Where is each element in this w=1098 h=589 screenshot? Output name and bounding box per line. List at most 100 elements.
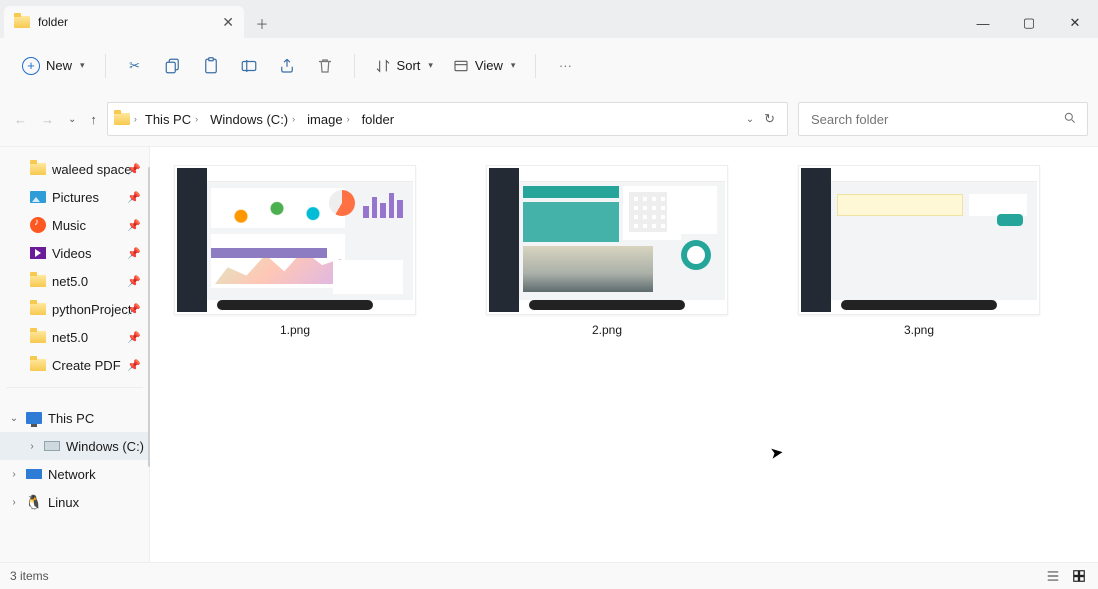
breadcrumb-item[interactable]: This PC› bbox=[141, 110, 202, 129]
tree-item[interactable]: › Network bbox=[0, 460, 149, 488]
tree-item[interactable]: ⌄This PC bbox=[0, 404, 149, 432]
share-icon bbox=[278, 57, 296, 75]
close-tab-icon[interactable]: ✕ bbox=[222, 14, 234, 31]
navigation-pane: waleed space📌Pictures📌Music📌Videos📌net5.… bbox=[0, 147, 150, 562]
separator bbox=[354, 54, 355, 78]
pin-icon: 📌 bbox=[127, 331, 141, 344]
expand-toggle[interactable]: ⌄ bbox=[8, 413, 20, 424]
rename-button[interactable] bbox=[232, 49, 266, 83]
expand-toggle[interactable]: › bbox=[8, 497, 20, 508]
breadcrumb-item[interactable]: image› bbox=[303, 110, 353, 129]
sidebar-item[interactable]: net5.0 📌 bbox=[0, 323, 149, 351]
search-icon bbox=[1063, 111, 1077, 128]
sidebar-item-label: net5.0 bbox=[52, 330, 88, 345]
minimize-icon: — bbox=[977, 16, 990, 31]
maximize-button[interactable]: ▢ bbox=[1006, 8, 1052, 38]
sidebar-item-label: Videos bbox=[52, 246, 92, 261]
details-view-button[interactable] bbox=[1044, 567, 1062, 585]
separator bbox=[535, 54, 536, 78]
sidebar-item[interactable]: waleed space📌 bbox=[0, 155, 149, 183]
back-button[interactable]: ← bbox=[14, 112, 27, 127]
video-icon bbox=[30, 245, 46, 261]
paste-button[interactable] bbox=[194, 49, 228, 83]
sidebar-item[interactable]: Create PDF 📌 bbox=[0, 351, 149, 379]
view-icon bbox=[453, 58, 469, 74]
view-button[interactable]: View ▾ bbox=[445, 52, 523, 80]
title-bar: folder ✕ ＋ — ▢ ✕ bbox=[0, 0, 1098, 38]
expand-toggle[interactable]: › bbox=[8, 469, 20, 480]
pin-icon: 📌 bbox=[127, 247, 141, 260]
breadcrumb-label: folder bbox=[362, 112, 395, 127]
address-dropdown[interactable]: ⌄ bbox=[746, 114, 754, 125]
sidebar-item[interactable]: Pictures📌 bbox=[0, 183, 149, 211]
sidebar-item[interactable]: net5.0📌 bbox=[0, 267, 149, 295]
plus-circle-icon: + bbox=[22, 57, 40, 75]
breadcrumb-item[interactable]: folder bbox=[358, 110, 399, 129]
sidebar-item-label: Create PDF bbox=[52, 358, 121, 373]
chevron-right-icon: › bbox=[292, 114, 295, 124]
view-label: View bbox=[475, 58, 503, 73]
window-controls: — ▢ ✕ bbox=[960, 8, 1098, 38]
paste-icon bbox=[202, 57, 220, 75]
new-label: New bbox=[46, 58, 72, 73]
sidebar-item[interactable]: Music📌 bbox=[0, 211, 149, 239]
chevron-down-icon: ▾ bbox=[511, 60, 516, 71]
sidebar-item[interactable]: pythonProject📌 bbox=[0, 295, 149, 323]
pin-icon: 📌 bbox=[127, 219, 141, 232]
search-input[interactable] bbox=[809, 111, 1063, 128]
pc-icon bbox=[26, 410, 42, 426]
close-icon: ✕ bbox=[1070, 15, 1081, 31]
file-item[interactable]: 1.png bbox=[174, 165, 416, 337]
window-tab[interactable]: folder ✕ bbox=[4, 6, 244, 38]
pin-icon: 📌 bbox=[127, 163, 141, 176]
file-thumbnail bbox=[174, 165, 416, 315]
folder-icon bbox=[30, 273, 46, 289]
separator bbox=[105, 54, 106, 78]
command-bar: + New ▾ ✂ Sort ▾ View ▾ ··· bbox=[0, 38, 1098, 94]
copy-button[interactable] bbox=[156, 49, 190, 83]
forward-button[interactable]: → bbox=[41, 112, 54, 127]
refresh-button[interactable]: ↻ bbox=[764, 111, 775, 127]
sidebar-item[interactable]: Videos 📌 bbox=[0, 239, 149, 267]
sort-button[interactable]: Sort ▾ bbox=[367, 52, 441, 80]
file-item[interactable]: 2.png bbox=[486, 165, 728, 337]
close-window-button[interactable]: ✕ bbox=[1052, 8, 1098, 38]
thumbnails-view-button[interactable] bbox=[1070, 567, 1088, 585]
pin-icon: 📌 bbox=[127, 303, 141, 316]
share-button[interactable] bbox=[270, 49, 304, 83]
tree-item-label: Network bbox=[48, 467, 96, 482]
folder-icon bbox=[30, 301, 46, 317]
more-button[interactable]: ··· bbox=[548, 49, 582, 83]
new-button[interactable]: + New ▾ bbox=[14, 51, 93, 81]
chevron-right-icon: › bbox=[347, 114, 350, 124]
delete-button[interactable] bbox=[308, 49, 342, 83]
tree-item[interactable]: ›🐧Linux bbox=[0, 488, 149, 516]
sidebar-item-label: Pictures bbox=[52, 190, 99, 205]
chevron-right-icon: › bbox=[195, 114, 198, 124]
up-button[interactable]: ↑ bbox=[90, 112, 97, 127]
search-box[interactable] bbox=[798, 102, 1088, 136]
tab-title: folder bbox=[38, 15, 214, 29]
file-item[interactable]: 3.png bbox=[798, 165, 1040, 337]
status-text: 3 items bbox=[10, 569, 49, 583]
minimize-button[interactable]: — bbox=[960, 8, 1006, 38]
music-icon bbox=[30, 217, 46, 233]
tree-item[interactable]: ›Windows (C:) bbox=[0, 432, 149, 460]
folder-icon bbox=[30, 161, 46, 177]
pin-icon: 📌 bbox=[127, 359, 141, 372]
cut-button[interactable]: ✂ bbox=[118, 49, 152, 83]
pin-icon: 📌 bbox=[127, 275, 141, 288]
view-toggle bbox=[1044, 567, 1088, 585]
file-thumbnail bbox=[486, 165, 728, 315]
file-area[interactable]: 1.png 2.png 3.png ➤ bbox=[150, 147, 1098, 562]
recent-dropdown[interactable]: ⌄ bbox=[68, 114, 76, 125]
breadcrumb-item[interactable]: Windows (C:)› bbox=[206, 110, 299, 129]
drive-icon bbox=[44, 438, 60, 454]
status-bar: 3 items bbox=[0, 562, 1098, 588]
address-bar[interactable]: › This PC› Windows (C:)› image› folder ⌄… bbox=[107, 102, 788, 136]
sidebar-item-label: waleed space bbox=[52, 162, 132, 177]
chevron-right-icon: › bbox=[134, 114, 137, 124]
new-tab-button[interactable]: ＋ bbox=[244, 8, 280, 38]
expand-toggle[interactable]: › bbox=[26, 441, 38, 452]
copy-icon bbox=[164, 57, 182, 75]
